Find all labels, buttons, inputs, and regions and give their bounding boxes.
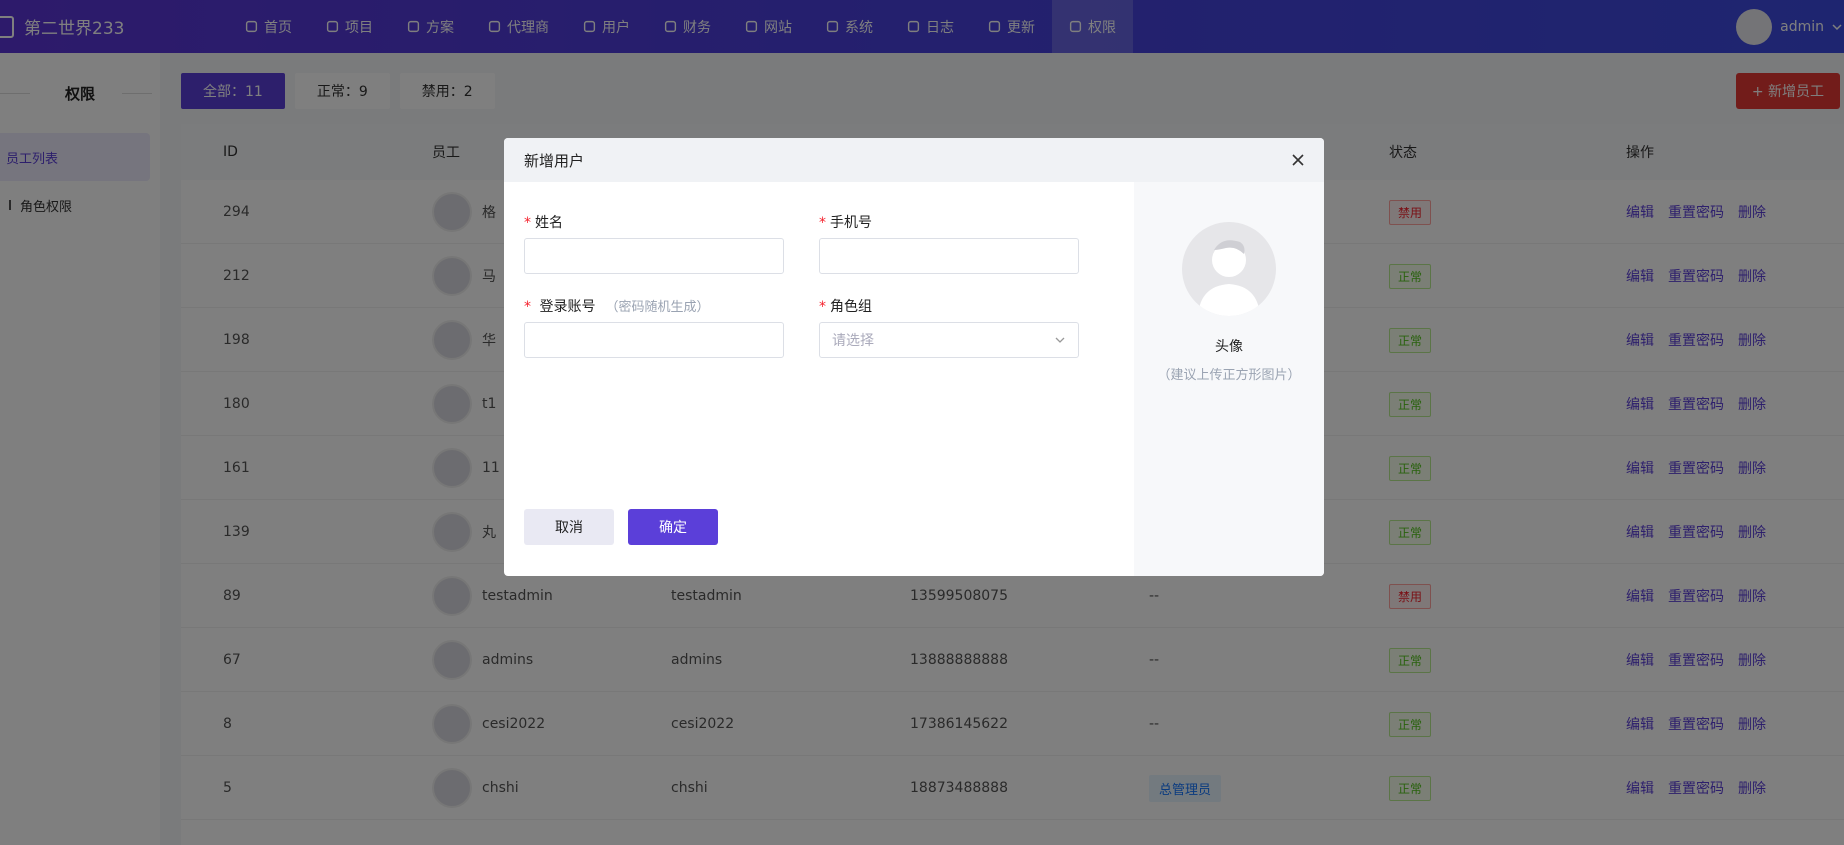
confirm-button[interactable]: 确定 (628, 509, 718, 545)
phone-field-group: * 手机号 (819, 212, 1079, 274)
close-icon[interactable] (1288, 150, 1308, 170)
dialog-header: 新增用户 (504, 138, 1324, 182)
role-select[interactable]: 请选择 (819, 322, 1079, 358)
avatar-hint: （建议上传正方形图片） (1157, 368, 1301, 383)
dialog-title: 新增用户 (524, 151, 585, 170)
required-mark: * (524, 215, 531, 231)
name-field-group: * 姓名 (524, 212, 784, 274)
required-mark: * (524, 299, 531, 315)
name-input[interactable] (524, 238, 784, 274)
phone-input[interactable] (819, 238, 1079, 274)
account-input[interactable] (524, 322, 784, 358)
account-field-group: * 登录账号 （密码随机生成） (524, 296, 844, 358)
avatar-upload[interactable]: 头像 （建议上传正方形图片） (1134, 182, 1324, 576)
cancel-button[interactable]: 取消 (524, 509, 614, 545)
account-hint: （密码随机生成） (605, 300, 710, 315)
role-label: 角色组 (830, 299, 872, 315)
name-label: 姓名 (535, 215, 563, 231)
avatar-placeholder-icon[interactable] (1182, 222, 1276, 316)
dialog-body: * 姓名 * 手机号 * 登录账号 （密码随机生成） * 角色组 请选择 取消 确定 (504, 182, 1324, 576)
phone-label: 手机号 (830, 215, 872, 231)
chevron-down-icon (1055, 337, 1065, 343)
required-mark: * (819, 299, 826, 315)
account-label: 登录账号 (539, 299, 596, 315)
required-mark: * (819, 215, 826, 231)
avatar-label: 头像 (1215, 339, 1243, 355)
role-field-group: * 角色组 请选择 (819, 296, 1079, 358)
add-user-dialog: 新增用户 * 姓名 * 手机号 * 登录账号 （密码随机生成） * 角色组 请选择 (504, 138, 1324, 576)
role-select-placeholder: 请选择 (832, 333, 874, 349)
add-user-form: * 姓名 * 手机号 * 登录账号 （密码随机生成） * 角色组 请选择 取消 确定 (524, 182, 1084, 576)
